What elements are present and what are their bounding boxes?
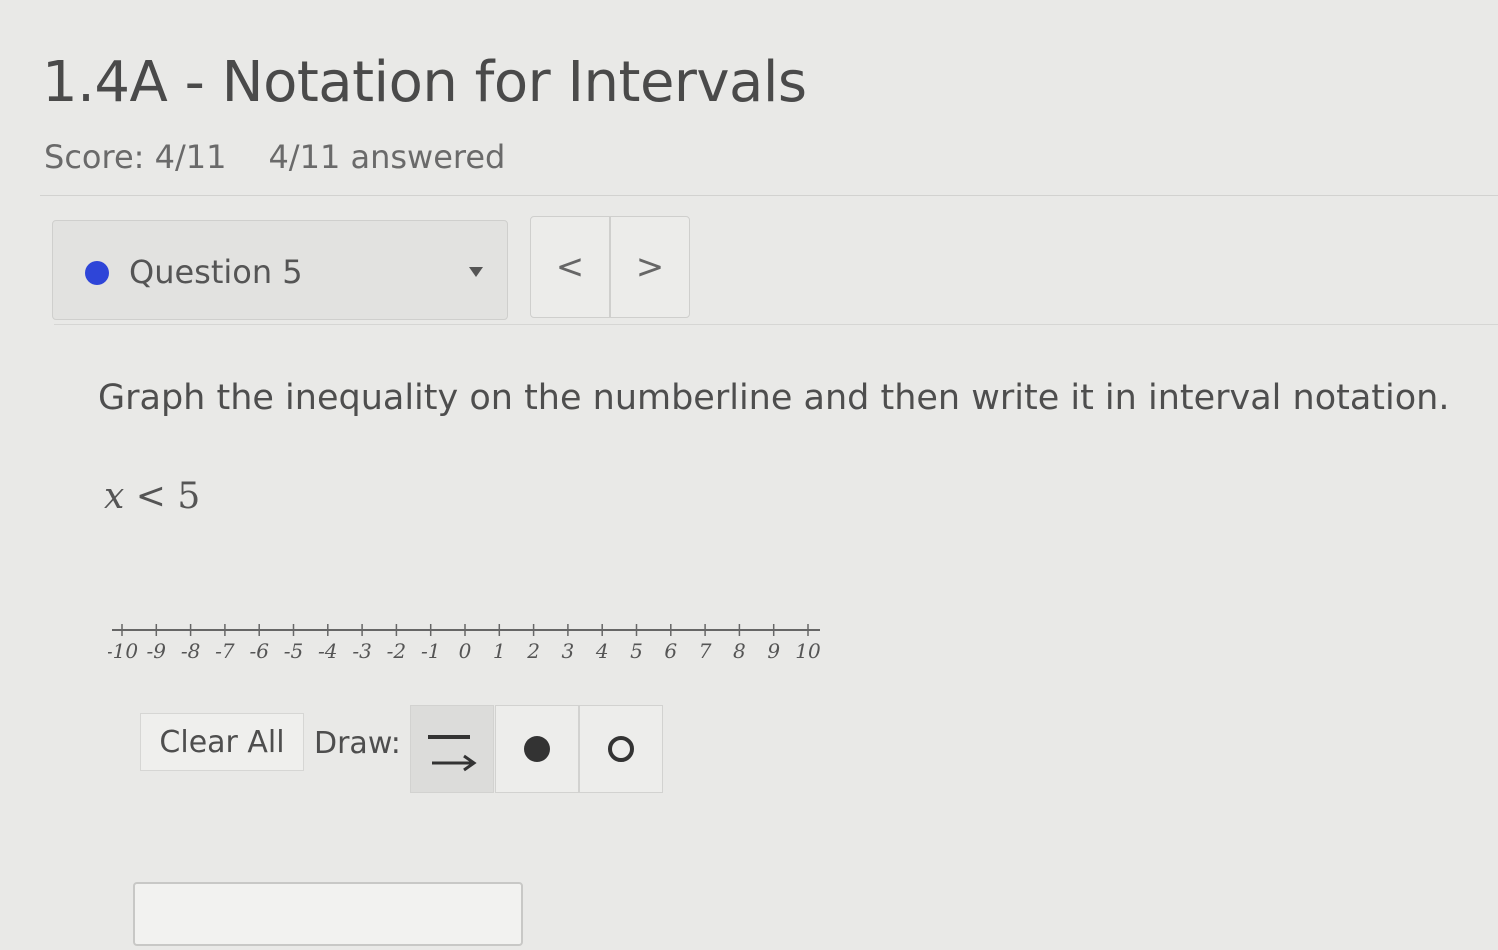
closed-dot-icon bbox=[524, 736, 550, 762]
chevron-left-icon: < bbox=[555, 247, 585, 287]
next-question-button[interactable]: > bbox=[610, 216, 690, 318]
inequality-operator: < bbox=[124, 476, 178, 517]
page-title: 1.4A - Notation for Intervals bbox=[42, 50, 807, 115]
ray-tool-icon bbox=[428, 735, 477, 772]
interval-notation-input[interactable] bbox=[133, 882, 523, 946]
question-instruction: Graph the inequality on the numberline a… bbox=[98, 378, 1450, 418]
number-line-tick-label: 5 bbox=[630, 639, 643, 663]
question-select-label: Question 5 bbox=[129, 253, 303, 291]
inequality-value: 5 bbox=[177, 476, 201, 517]
number-line-tick-label: 2 bbox=[526, 639, 540, 663]
number-line-tick-label: 9 bbox=[767, 639, 780, 663]
number-line-tick-label: -3 bbox=[352, 639, 371, 663]
number-line-tick-label: 10 bbox=[795, 639, 821, 663]
clear-all-button[interactable]: Clear All bbox=[140, 713, 304, 771]
question-select[interactable]: Question 5 bbox=[52, 220, 508, 320]
number-line-tick-label: 3 bbox=[562, 639, 575, 663]
draw-label: Draw: bbox=[314, 726, 401, 761]
chevron-right-icon: > bbox=[635, 247, 665, 287]
inequality-expression: x < 5 bbox=[104, 476, 200, 517]
number-line-tick-label: -4 bbox=[318, 639, 337, 663]
number-line-tick-label: -7 bbox=[215, 639, 235, 663]
header-divider bbox=[40, 195, 1498, 196]
answered-text: 4/11 answered bbox=[268, 138, 506, 176]
question-status-icon bbox=[85, 261, 109, 285]
number-line-tick-label: 7 bbox=[699, 639, 712, 663]
number-line[interactable]: -10 -9 -8 -7 -6 -5 -4 -3 -2 -1 0 1 2 3 4 5 6 7 8 9 10 bbox=[108, 612, 828, 672]
number-line-tick-label: 1 bbox=[493, 639, 506, 663]
number-line-tick-label: 4 bbox=[595, 639, 609, 663]
number-line-tick-label: -5 bbox=[284, 639, 303, 663]
number-line-tick-label: -10 bbox=[108, 639, 138, 663]
number-line-tick-label: -2 bbox=[387, 639, 406, 663]
ray-tool-button[interactable] bbox=[410, 705, 494, 793]
open-dot-tool-button[interactable] bbox=[579, 705, 663, 793]
previous-question-button[interactable]: < bbox=[530, 216, 610, 318]
number-line-tick-label: 8 bbox=[733, 639, 746, 663]
number-line-tick-label: -9 bbox=[147, 639, 167, 663]
closed-dot-tool-button[interactable] bbox=[495, 705, 579, 793]
number-line-tick-label: -8 bbox=[181, 639, 200, 663]
score-text: Score: 4/11 bbox=[44, 138, 227, 176]
number-line-tick-label: 6 bbox=[664, 639, 677, 663]
open-dot-icon bbox=[608, 736, 634, 762]
caret-down-icon bbox=[469, 267, 483, 277]
inequality-variable: x bbox=[104, 476, 125, 517]
section-divider bbox=[54, 324, 1498, 325]
number-line-tick-label: 0 bbox=[459, 639, 472, 663]
number-line-tick-label: -6 bbox=[249, 639, 269, 663]
number-line-tick-label: -1 bbox=[421, 639, 440, 663]
score-line: Score: 4/11 4/11 answered bbox=[44, 138, 505, 176]
